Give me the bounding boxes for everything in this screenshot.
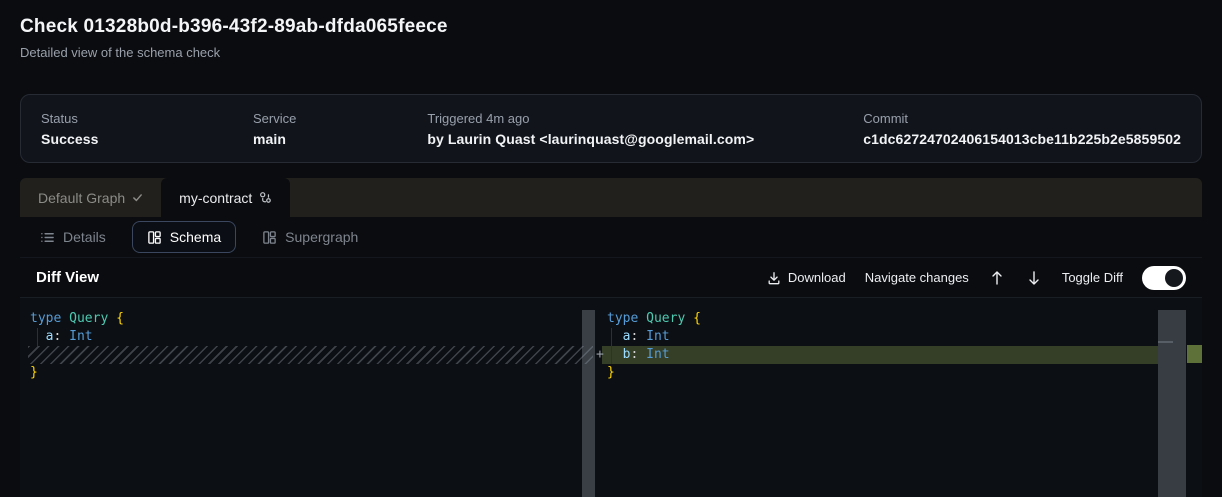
tab-schema-label: Schema: [170, 229, 221, 245]
code-line: }: [20, 364, 595, 382]
summary-commit-value: c1dc62724702406154013cbe11b225b2e5859502: [863, 131, 1181, 147]
diff-editor: type Query { a: Int } + type Query { a: …: [20, 298, 1202, 497]
token-space: [638, 347, 646, 362]
tab-default-graph-label: Default Graph: [38, 190, 125, 206]
diff-view-title: Diff View: [36, 269, 99, 286]
diff-controls: Download Navigate changes Toggle Diff: [767, 266, 1202, 290]
token-keyword: type: [30, 311, 61, 326]
token-space: [685, 311, 693, 326]
tab-my-contract-label: my-contract: [179, 190, 252, 206]
next-change-button[interactable]: [1025, 268, 1043, 288]
layout-panels-icon: [147, 230, 162, 245]
indent-guide: [611, 328, 612, 364]
page-header: Check 01328b0d-b396-43f2-89ab-dfda065fee…: [20, 16, 448, 60]
previous-change-button[interactable]: [988, 268, 1006, 288]
tab-details[interactable]: Details: [36, 221, 110, 253]
token-scalar-type: Int: [646, 347, 669, 362]
token-brace: }: [30, 365, 38, 380]
token-indent: [607, 329, 623, 344]
code-block-before: type Query { a: Int }: [20, 298, 595, 382]
summary-triggered-label: Triggered 4m ago: [427, 111, 863, 126]
schema-check-page: Check 01328b0d-b396-43f2-89ab-dfda065fee…: [0, 0, 1222, 497]
token-scalar-type: Int: [646, 329, 669, 344]
summary-status: Status Success: [41, 111, 253, 147]
token-indent: [607, 347, 623, 362]
token-brace: {: [693, 311, 701, 326]
token-space: [638, 329, 646, 344]
token-space: [638, 311, 646, 326]
diff-toolbar: Diff View Download Navigate changes Togg…: [20, 258, 1202, 298]
arrow-down-icon: [1027, 270, 1041, 286]
token-brace: }: [607, 365, 615, 380]
summary-service-label: Service: [253, 111, 427, 126]
page-title: Check 01328b0d-b396-43f2-89ab-dfda065fee…: [20, 16, 448, 38]
summary-triggered-value: by Laurin Quast <laurinquast@googlemail.…: [427, 131, 863, 147]
diff-pane-before: type Query { a: Int }: [20, 298, 595, 497]
toggle-knob: [1165, 269, 1183, 287]
token-brace: {: [116, 311, 124, 326]
tab-my-contract[interactable]: my-contract: [161, 178, 290, 217]
download-button-label: Download: [788, 270, 846, 285]
tab-schema[interactable]: Schema: [132, 221, 236, 253]
diff-pane-after: + type Query { a: Int b: Int }: [595, 298, 1202, 497]
added-line-gutter-marker: +: [596, 346, 604, 364]
token-scalar-type: Int: [69, 329, 92, 344]
code-line: a: Int: [595, 328, 1202, 346]
check-icon: [132, 192, 143, 203]
code-line: type Query {: [595, 310, 1202, 328]
download-button[interactable]: Download: [767, 270, 846, 285]
page-subtitle: Detailed view of the schema check: [20, 45, 448, 60]
code-line-added: b: Int: [595, 346, 1202, 364]
token-type-name: Query: [646, 311, 685, 326]
summary-service: Service main: [253, 111, 427, 147]
list-icon: [40, 230, 55, 245]
graph-tabstrip: Default Graph my-contract: [20, 178, 1202, 217]
toggle-diff-switch[interactable]: [1142, 266, 1186, 290]
summary-commit: Commit c1dc62724702406154013cbe11b225b2e…: [863, 111, 1181, 147]
summary-status-value: Success: [41, 131, 253, 147]
tab-default-graph[interactable]: Default Graph: [20, 178, 161, 217]
tab-details-label: Details: [63, 229, 106, 245]
arrow-up-icon: [990, 270, 1004, 286]
view-tabstrip: Details Schema Supergraph: [20, 217, 1202, 258]
summary-commit-label: Commit: [863, 111, 1181, 126]
token-keyword: type: [607, 311, 638, 326]
check-summary-card: Status Success Service main Triggered 4m…: [20, 94, 1202, 163]
indent-guide: [37, 328, 38, 346]
toggle-diff-label: Toggle Diff: [1062, 270, 1123, 285]
navigate-changes-label: Navigate changes: [865, 270, 969, 285]
tab-supergraph-label: Supergraph: [285, 229, 358, 245]
token-type-name: Query: [69, 311, 108, 326]
code-line: }: [595, 364, 1202, 382]
token-space: [61, 329, 69, 344]
summary-triggered: Triggered 4m ago by Laurin Quast <laurin…: [427, 111, 863, 147]
summary-service-value: main: [253, 131, 427, 147]
overview-ruler-added-marker: [1187, 345, 1202, 363]
diff-hatched-placeholder: [28, 346, 593, 364]
code-block-after: type Query { a: Int b: Int }: [595, 298, 1202, 382]
contract-compare-icon: [259, 191, 272, 204]
download-icon: [767, 271, 781, 285]
layout-panels-icon: [262, 230, 277, 245]
token-space: [61, 311, 69, 326]
token-space: [108, 311, 116, 326]
code-line: a: Int: [20, 328, 595, 346]
tab-supergraph[interactable]: Supergraph: [258, 221, 362, 253]
summary-status-label: Status: [41, 111, 253, 126]
code-line: type Query {: [20, 310, 595, 328]
